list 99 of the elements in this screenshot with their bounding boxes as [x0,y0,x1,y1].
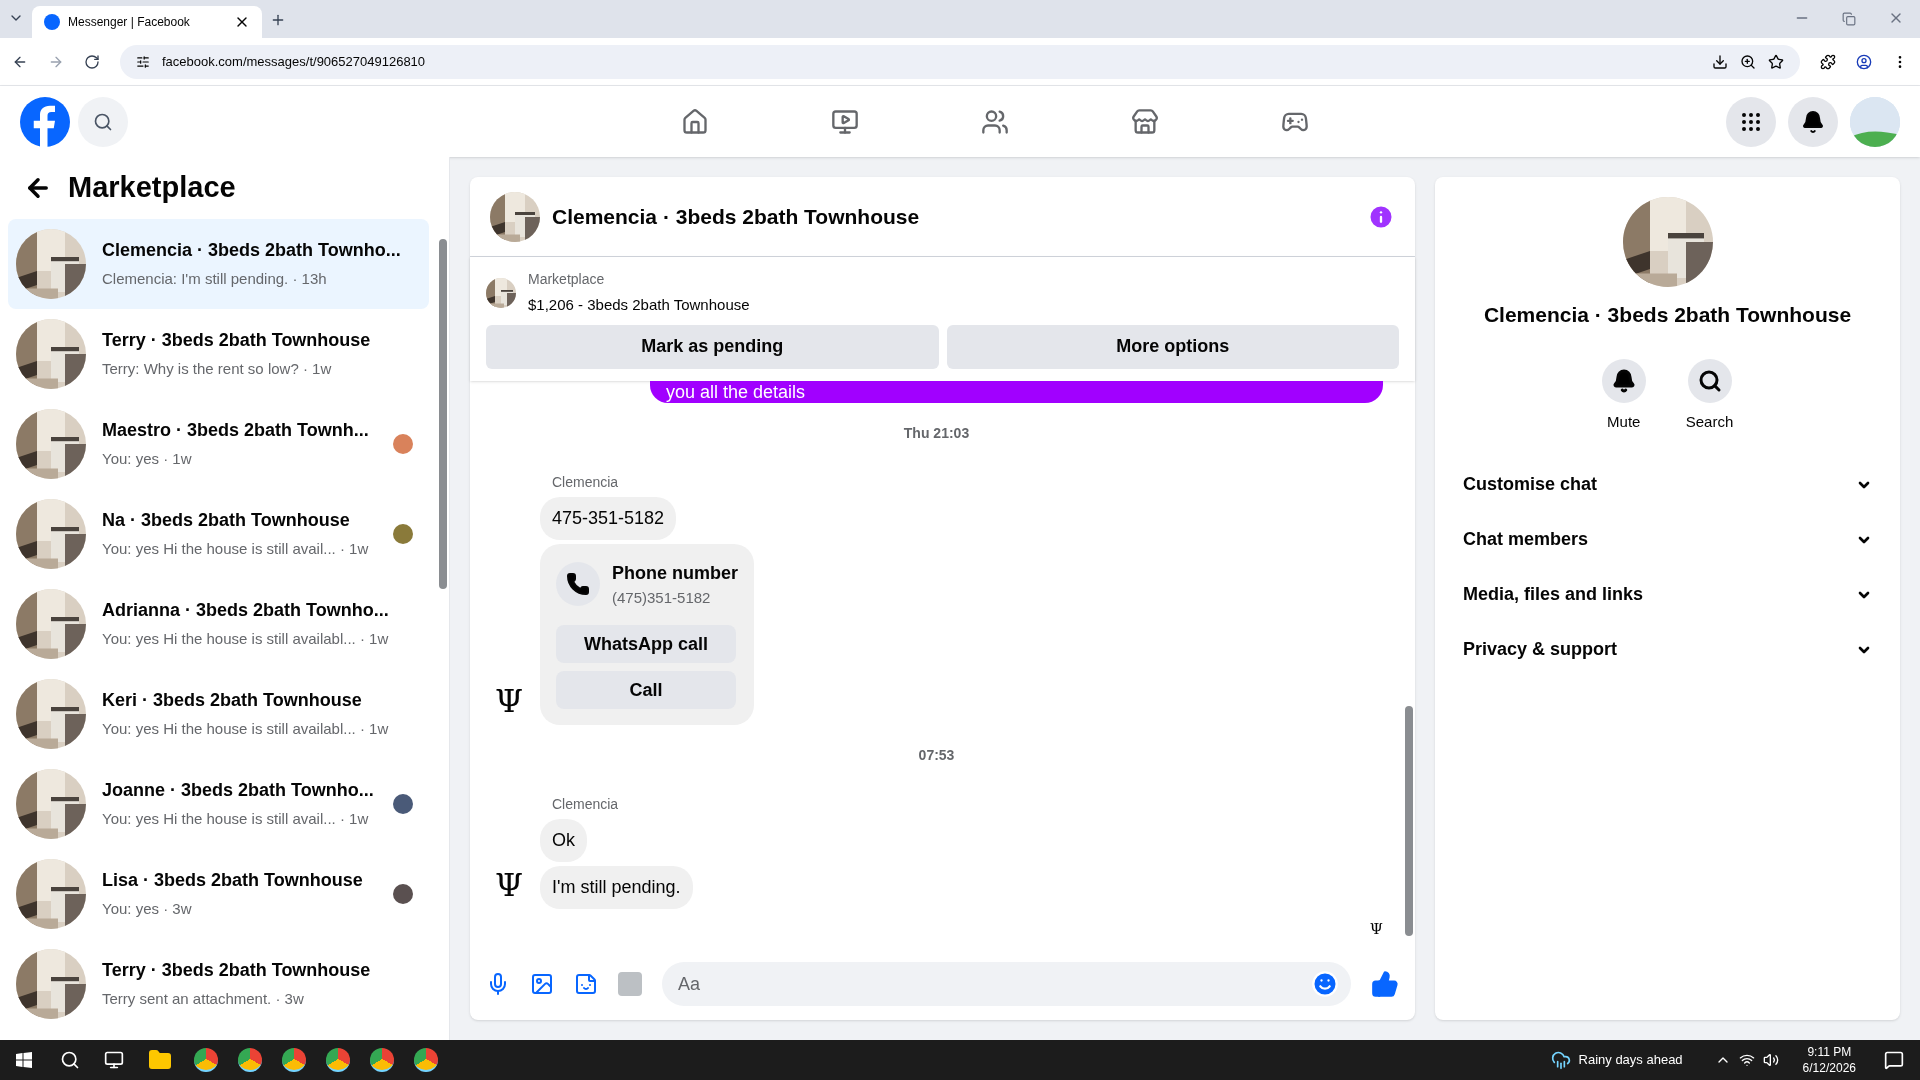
message-input[interactable]: Aa [662,962,1351,1006]
install-icon[interactable] [1712,53,1728,70]
task-view-icon[interactable] [104,1050,124,1070]
phone-card-title: Phone number [612,561,738,585]
image-icon[interactable] [530,972,554,996]
sender-avatar: Ψ [493,685,525,717]
restore-icon[interactable] [1842,12,1856,26]
weather-icon [1550,1050,1571,1070]
address-bar[interactable]: facebook.com/messages/t/906527049126810 [120,44,1800,79]
seen-indicator: Ψ [1369,918,1383,940]
conversation-preview: You: yes Hi the house is still availabl... · 1w [102,629,390,650]
timestamp: Thu 21:03 [903,423,970,443]
conversation-preview: You: yes · 3w [102,899,193,920]
search-icon [1697,368,1722,393]
conversation-item[interactable]: Terry · 3beds 2bath Townhouse Terry: Why is the rent so low? · 1w [8,309,429,399]
app-icon[interactable] [238,1048,262,1072]
sender-name: Clemencia [552,472,620,492]
video-icon [831,107,859,136]
bell-icon [1611,368,1636,393]
listing-label: Marketplace [528,270,606,289]
volume-icon[interactable] [1762,1052,1779,1068]
chat-title: Clemencia · 3beds 2bath Townhouse [552,203,921,230]
sender-name: Clemencia [552,795,620,814]
friends-icon [981,107,1009,136]
zoom-icon[interactable] [1740,53,1756,70]
conversation-preview: Clemencia: I'm still pending. · 13h [102,269,328,290]
call-button[interactable]: Call [556,671,736,709]
sender-avatar: Ψ [493,869,525,901]
app-icon[interactable] [326,1048,350,1072]
conversation-title: Terry · 3beds 2bath Townhouse [102,329,372,353]
browser-tab[interactable]: Messenger | Facebook [32,6,262,38]
conversation-item[interactable]: Keri · 3beds 2bath Townhouse You: yes Hi the house is still availabl... · 1w [8,669,429,759]
weather-text[interactable]: Rainy days ahead [1578,1050,1683,1070]
folder-icon[interactable] [148,1048,172,1072]
site-settings-icon[interactable] [136,54,150,69]
details-section[interactable]: Customise chat [1455,457,1880,512]
conversation-item[interactable]: Lisa · 3beds 2bath Townhouse You: yes · 3w [8,849,429,939]
tab-title: Messenger | Facebook [68,14,191,31]
reload-icon[interactable] [84,53,100,70]
details-section[interactable]: Privacy & support [1455,622,1880,677]
url-text: facebook.com/messages/t/906527049126810 [162,52,427,71]
details-section[interactable]: Media, files and links [1455,567,1880,622]
call-button[interactable]: WhatsApp call [556,625,736,663]
conversation-item[interactable]: Joanne · 3beds 2bath Townho... You: yes Hi the house is still avail... · 1w [8,759,429,849]
phone-icon [556,562,600,607]
bookmark-icon[interactable] [1768,53,1784,70]
message-bubble: I'm still pending. [540,866,693,909]
bell-icon [1801,109,1825,134]
home-icon [681,107,709,136]
store-icon [1131,107,1159,136]
search-icon [93,111,113,132]
new-tab-icon[interactable] [270,12,286,28]
app-icon[interactable] [194,1048,218,1072]
outgoing-message-bubble: you all the details [650,380,1383,403]
search-icon[interactable] [60,1050,80,1070]
profile-icon[interactable] [1856,53,1872,70]
app-icon[interactable] [414,1048,438,1072]
message-bubble: Ok [540,819,587,862]
phone-number: (475)351-5182 [612,587,712,608]
conversation-title: Maestro · 3beds 2bath Townh... [102,419,370,443]
conversation-title: Na · 3beds 2bath Townhouse [102,509,351,533]
app-icon[interactable] [370,1048,394,1072]
clock-date: 6/12/2026 [1802,1060,1856,1076]
like-icon[interactable] [1371,970,1399,998]
details-title: Clemencia · 3beds 2bath Townhouse [1483,302,1852,328]
conversation-title: Terry · 3beds 2bath Townhouse [102,959,372,983]
extensions-icon[interactable] [1820,53,1836,70]
conversation-title: Clemencia · 3beds 2bath Townho... [102,239,402,263]
conversation-title: Joanne · 3beds 2bath Townho... [102,779,375,803]
conversation-preview: You: yes · 1w [102,449,193,470]
conversation-item[interactable]: Terry · 3beds 2bath Townhouse Terry sent an attachment. · 3w [8,939,429,1029]
sticker-icon[interactable] [574,972,598,996]
menu-button[interactable] [1726,96,1776,147]
conversation-preview: You: yes Hi the house is still avail... · 1w [102,539,370,560]
message-bubble: 475-351-5182 [540,496,677,540]
app-icon[interactable] [282,1048,306,1072]
conversation-title: Adrianna · 3beds 2bath Townho... [102,599,390,623]
conversation-preview: You: yes Hi the house is still availabl... · 1w [102,719,390,740]
network-icon[interactable] [1738,1052,1755,1068]
conversation-preview: Terry sent an attachment. · 3w [102,989,305,1010]
conversation-item[interactable]: Na · 3beds 2bath Townhouse You: yes Hi the house is still avail... · 1w [8,489,429,579]
conversation-preview: Terry: Why is the rent so low? · 1w [102,359,333,380]
listing-action-button[interactable]: More options [946,324,1399,369]
conversation-item[interactable]: Adrianna · 3beds 2bath Townho... You: yes Hi the house is still availabl... · 1w [8,579,429,669]
notifications-button[interactable] [1788,96,1838,147]
notifications-icon[interactable] [1884,1050,1904,1070]
conversation-preview: You: yes Hi the house is still avail... · 1w [102,809,370,830]
sidebar-title: Marketplace [68,170,236,206]
listing-title: $1,206 - 3beds 2bath Townhouse [528,295,750,315]
timestamp: 07:53 [918,746,955,765]
listing-action-button[interactable]: Mark as pending [486,324,939,369]
details-section[interactable]: Chat members [1455,512,1880,567]
conversation-title: Keri · 3beds 2bath Townhouse [102,689,363,713]
conversation-item[interactable]: Clemencia · 3beds 2bath Townho... Clemencia: I'm still pending. · 13h [8,219,429,309]
clock-time: 9:11 PM [1807,1044,1852,1060]
conversation-title: Lisa · 3beds 2bath Townhouse [102,869,364,893]
search-button[interactable] [78,96,128,147]
conversation-item[interactable]: Maestro · 3beds 2bath Townh... You: yes · 1w [8,399,429,489]
account-button[interactable] [1850,96,1900,147]
